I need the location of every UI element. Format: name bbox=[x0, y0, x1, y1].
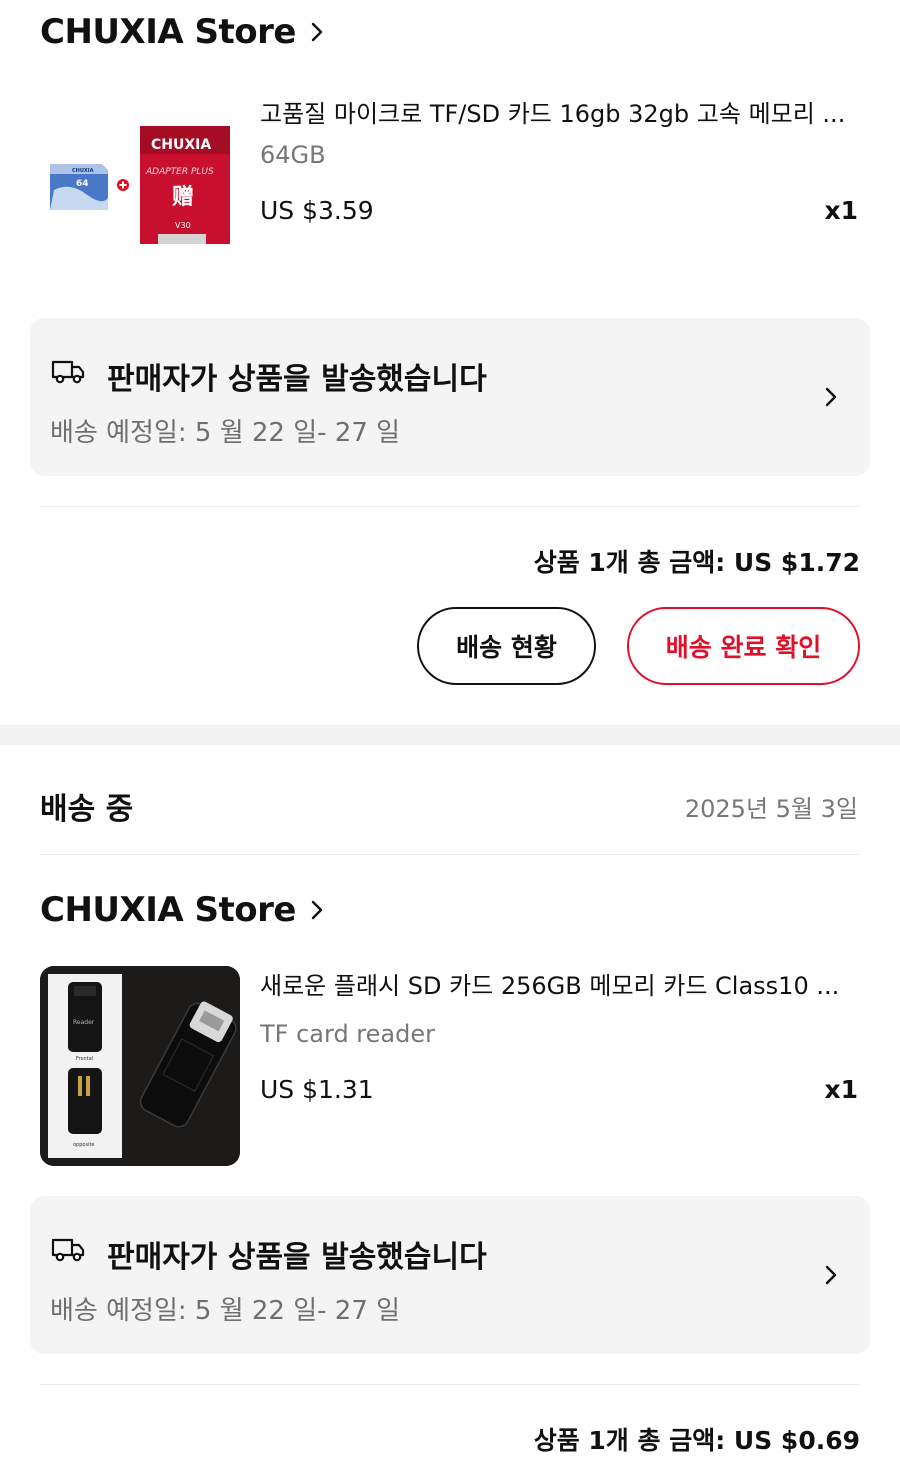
divider bbox=[40, 1384, 860, 1385]
shipping-status-card[interactable]: 판매자가 상품을 발송했습니다 배송 예정일: 5 월 22 일- 27 일 bbox=[30, 1196, 870, 1354]
shipping-eta: 배송 예정일: 5 월 22 일- 27 일 bbox=[50, 418, 401, 448]
card-brand-text: CHUXIA bbox=[72, 168, 94, 174]
product-item[interactable]: CHUXIA 64 CHUXIA ADAPTER PLUS 赠 V30 고품질 … bbox=[40, 94, 860, 294]
store-name: CHUXIA Store bbox=[40, 12, 296, 52]
order-total: 상품 1개 총 금액: US $1.72 bbox=[533, 548, 860, 577]
adapter-plus-text: ADAPTER PLUS bbox=[145, 167, 214, 177]
product-item[interactable]: Reader Frontal opposite 새로운 플래시 SD 카드 25… bbox=[40, 966, 860, 1166]
order-date: 2025년 5월 3일 bbox=[684, 795, 858, 823]
chevron-right-icon bbox=[825, 387, 837, 407]
product-title[interactable]: 새로운 플래시 SD 카드 256GB 메모리 카드 Class10 ... bbox=[260, 966, 860, 1001]
sd-card-image: CHUXIA 64 CHUXIA ADAPTER PLUS 赠 V30 bbox=[50, 126, 230, 244]
divider bbox=[40, 506, 860, 507]
front-caption: Frontal bbox=[76, 1056, 93, 1062]
chevron-right-icon bbox=[311, 900, 323, 920]
section-separator bbox=[0, 725, 900, 745]
chevron-right-icon bbox=[825, 1265, 837, 1285]
shipping-title: 판매자가 상품을 발송했습니다 bbox=[107, 1240, 487, 1275]
product-variant: TF card reader bbox=[260, 1020, 435, 1048]
product-thumbnail[interactable]: CHUXIA 64 CHUXIA ADAPTER PLUS 赠 V30 bbox=[40, 94, 240, 294]
order-total: 상품 1개 총 금액: US $0.69 bbox=[533, 1426, 860, 1455]
delivery-truck-icon bbox=[51, 360, 85, 384]
confirm-delivery-button[interactable]: 배송 완료 확인 bbox=[627, 607, 860, 685]
product-title[interactable]: 고품질 마이크로 TF/SD 카드 16gb 32gb 고속 메모리 ... bbox=[260, 94, 860, 129]
divider bbox=[40, 854, 860, 855]
order-status: 배송 중 bbox=[40, 792, 134, 827]
gift-char: 赠 bbox=[172, 184, 194, 210]
card-reader-image: Reader Frontal opposite bbox=[40, 966, 240, 1166]
shipping-title: 판매자가 상품을 발송했습니다 bbox=[107, 362, 487, 397]
back-caption: opposite bbox=[73, 1142, 95, 1148]
chevron-right-icon bbox=[311, 22, 323, 42]
product-quantity: x1 bbox=[824, 196, 858, 225]
shipping-eta: 배송 예정일: 5 월 22 일- 27 일 bbox=[50, 1296, 401, 1326]
store-header[interactable]: CHUXIA Store bbox=[40, 12, 324, 52]
product-thumbnail[interactable]: Reader Frontal opposite bbox=[40, 966, 240, 1166]
reader-text: Reader bbox=[73, 1019, 95, 1026]
product-quantity: x1 bbox=[824, 1075, 858, 1104]
product-price: US $1.31 bbox=[260, 1075, 374, 1104]
product-price: US $3.59 bbox=[260, 196, 374, 225]
product-variant: 64GB bbox=[260, 141, 326, 169]
store-name: CHUXIA Store bbox=[40, 890, 296, 930]
card-capacity-text: 64 bbox=[76, 179, 89, 189]
track-shipment-button[interactable]: 배송 현황 bbox=[417, 607, 596, 685]
store-header[interactable]: CHUXIA Store bbox=[40, 890, 324, 930]
adapter-brand-text: CHUXIA bbox=[151, 137, 211, 153]
adapter-marks: V30 bbox=[175, 221, 191, 230]
delivery-truck-icon bbox=[51, 1238, 85, 1262]
shipping-status-card[interactable]: 판매자가 상품을 발송했습니다 배송 예정일: 5 월 22 일- 27 일 bbox=[30, 318, 870, 476]
